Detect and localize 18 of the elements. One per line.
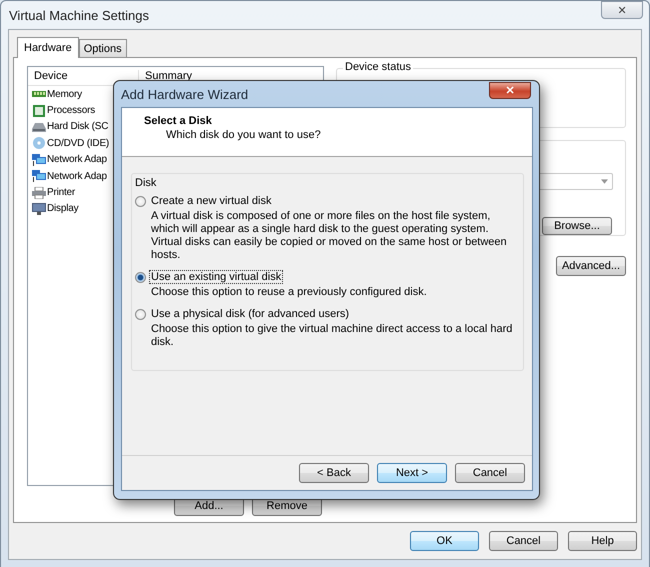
device-name: Display — [47, 203, 78, 214]
device-name: Memory — [47, 88, 82, 100]
wizard-subheading: Which disk do you want to use? — [165, 129, 322, 141]
device-name: CD/DVD (IDE) — [47, 138, 110, 149]
device-name: Network Adap — [47, 170, 107, 182]
option-description: Choose this option to give the virtual machine direct access to a local hard disk. — [151, 323, 513, 349]
group-title: Disk — [135, 177, 156, 189]
option-description: Choose this option to reuse a previously configured disk. — [151, 286, 428, 299]
group-title: Device status — [343, 61, 414, 73]
device-name: Hard Disk (SC — [47, 121, 108, 132]
window-title: Virtual Machine Settings — [9, 8, 149, 22]
device-name: Processors — [47, 105, 96, 116]
column-header: Summary — [144, 70, 192, 82]
option-description: A virtual disk is composed of one or more files on the host file system, which will appear as a single hard disk to the guest operating system. Virtual disks can easily be copied or moved on the same host or between hosts. — [151, 210, 508, 262]
device-name: Network Adap — [47, 154, 107, 166]
device-name: Printer — [47, 187, 76, 198]
wizard-heading: Select a Disk — [144, 115, 213, 127]
dialog-title: Add Hardware Wizard — [121, 86, 248, 102]
